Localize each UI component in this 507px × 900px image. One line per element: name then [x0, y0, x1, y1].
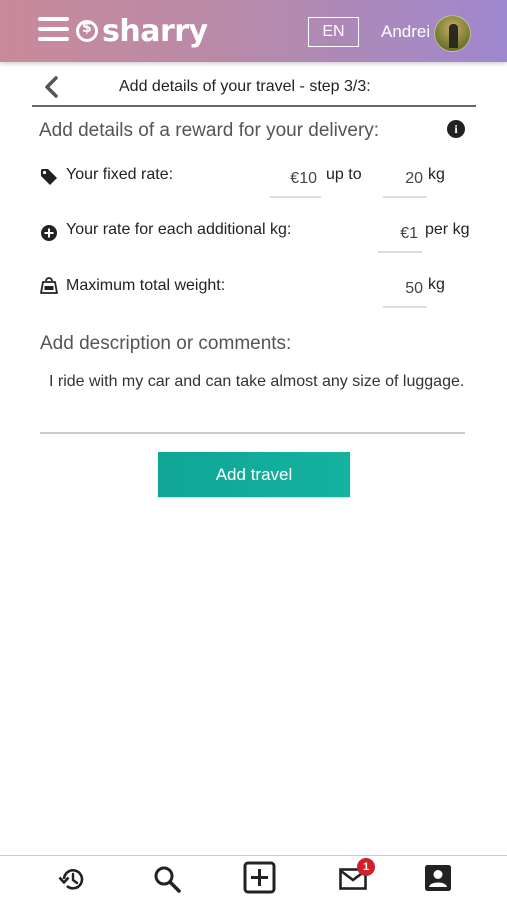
fixed-rate-label: Your fixed rate: [66, 166, 174, 183]
weight-icon [40, 277, 58, 294]
fixed-weight-unit: kg [428, 166, 445, 183]
history-icon[interactable] [57, 864, 87, 894]
fixed-rate-input[interactable]: €10 [270, 166, 321, 198]
account-box-icon[interactable] [424, 864, 452, 892]
step-bar: Add details of your travel - step 3/3: [32, 70, 476, 107]
add-travel-button[interactable]: Add travel [158, 452, 350, 497]
back-chevron-icon[interactable] [42, 76, 62, 98]
description-title: Add description or comments: [40, 333, 292, 354]
plus-circle-icon [41, 225, 57, 241]
messages-nav-item[interactable]: 1 [339, 858, 375, 894]
max-weight-unit: kg [428, 276, 445, 293]
info-icon[interactable]: i [447, 120, 465, 138]
menu-icon[interactable] [38, 17, 69, 43]
sharry-logo[interactable]: sharry [76, 13, 208, 49]
additional-rate-label: Your rate for each additional kg: [66, 221, 292, 238]
additional-rate-input[interactable]: €1 [378, 221, 422, 253]
add-box-icon[interactable] [243, 861, 276, 894]
fixed-weight-input[interactable]: 20 [383, 166, 427, 198]
description-textarea[interactable]: I ride with my car and can take almost a… [40, 372, 465, 434]
additional-rate-unit: per kg [425, 221, 470, 238]
avatar[interactable] [434, 15, 471, 52]
user-name[interactable]: Andrei [381, 22, 430, 42]
logo-coin-icon [76, 20, 98, 42]
bottom-nav: 1 [0, 855, 507, 900]
max-weight-input[interactable]: 50 [383, 276, 427, 308]
language-button[interactable]: EN [308, 17, 359, 47]
up-to-label: up to [326, 166, 362, 183]
reward-section-title: Add details of a reward for your deliver… [39, 120, 380, 141]
price-tag-icon [41, 169, 57, 185]
logo-text: sharry [102, 13, 208, 49]
search-icon[interactable] [152, 864, 182, 894]
app-header: sharry EN Andrei [0, 0, 507, 62]
unread-badge: 1 [357, 858, 375, 876]
step-title: Add details of your travel - step 3/3: [119, 78, 371, 95]
max-weight-label: Maximum total weight: [66, 277, 226, 294]
